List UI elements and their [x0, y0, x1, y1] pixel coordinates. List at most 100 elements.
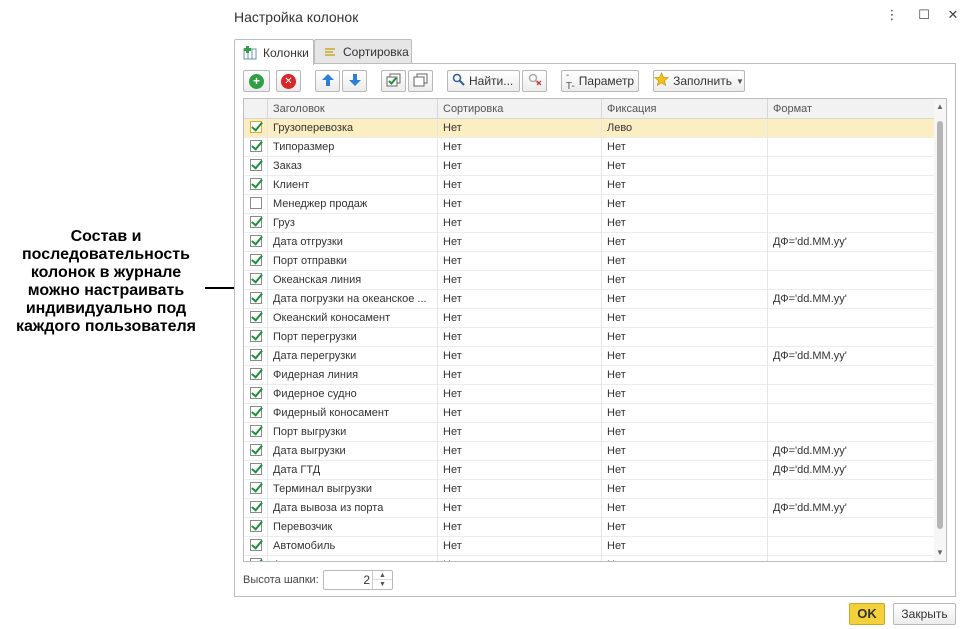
cell-sorting[interactable]: Нет	[438, 290, 602, 309]
cell-fixation[interactable]: Нет	[602, 195, 768, 214]
table-row[interactable]: Грузоперевозка Нет Лево	[244, 119, 934, 138]
cell-fixation[interactable]: Нет	[602, 271, 768, 290]
cell-title[interactable]: Порт отправки	[268, 252, 438, 271]
cell-title[interactable]: Дата отгрузки	[268, 233, 438, 252]
cell-fixation[interactable]: Нет	[602, 176, 768, 195]
visibility-checkbox[interactable]	[250, 121, 262, 133]
cell-fixation[interactable]: Нет	[602, 518, 768, 537]
visibility-checkbox[interactable]	[250, 349, 262, 361]
cell-fixation[interactable]: Нет	[602, 233, 768, 252]
cell-format[interactable]	[768, 214, 934, 233]
cell-format[interactable]	[768, 366, 934, 385]
cancel-search-button[interactable]	[522, 70, 547, 92]
table-row[interactable]: Терминал выгрузки Нет Нет	[244, 480, 934, 499]
stepper-up-icon[interactable]: ▲	[373, 571, 392, 580]
cell-format[interactable]	[768, 195, 934, 214]
cell-sorting[interactable]: Нет	[438, 328, 602, 347]
cell-format[interactable]: ДФ='dd.MM.yy'	[768, 499, 934, 518]
cell-sorting[interactable]: Нет	[438, 404, 602, 423]
cell-sorting[interactable]: Нет	[438, 176, 602, 195]
cell-format[interactable]	[768, 252, 934, 271]
cell-format[interactable]	[768, 518, 934, 537]
cell-title[interactable]: Терминал выгрузки	[268, 480, 438, 499]
header-sorting[interactable]: Сортировка	[438, 99, 602, 119]
cell-format[interactable]	[768, 309, 934, 328]
cell-title[interactable]: Перевозчик	[268, 518, 438, 537]
move-down-button[interactable]	[342, 70, 367, 92]
cell-title[interactable]: Фидерный коносамент	[268, 404, 438, 423]
cell-sorting[interactable]: Нет	[438, 195, 602, 214]
cell-sorting[interactable]: Нет	[438, 385, 602, 404]
stepper-down-icon[interactable]: ▼	[373, 580, 392, 589]
table-row[interactable]: Порт отправки Нет Нет	[244, 252, 934, 271]
cell-sorting[interactable]: Нет	[438, 423, 602, 442]
cell-sorting[interactable]: Нет	[438, 157, 602, 176]
cell-title[interactable]: Фидерное судно	[268, 385, 438, 404]
cell-sorting[interactable]: Нет	[438, 461, 602, 480]
cell-sorting[interactable]: Нет	[438, 537, 602, 556]
delete-button[interactable]: ✕	[276, 70, 301, 92]
cell-sorting[interactable]: Нет	[438, 252, 602, 271]
table-row[interactable]: Океанский коносамент Нет Нет	[244, 309, 934, 328]
move-up-button[interactable]	[315, 70, 340, 92]
cell-fixation[interactable]: Нет	[602, 499, 768, 518]
cell-sorting[interactable]: Нет	[438, 138, 602, 157]
cell-format[interactable]: ДФ='dd.MM.yy'	[768, 290, 934, 309]
visibility-checkbox[interactable]	[250, 368, 262, 380]
visibility-checkbox[interactable]	[250, 501, 262, 513]
vertical-scrollbar[interactable]: ▲ ▼	[934, 99, 946, 561]
cell-title[interactable]: Океанский коносамент	[268, 309, 438, 328]
table-row[interactable]: Фидерная линия Нет Нет	[244, 366, 934, 385]
table-row[interactable]: Автомобиль Нет Нет	[244, 537, 934, 556]
cell-format[interactable]	[768, 404, 934, 423]
tab-columns[interactable]: Колонки	[234, 39, 314, 65]
table-row[interactable]: Дата перегрузки Нет Нет ДФ='dd.MM.yy'	[244, 347, 934, 366]
close-icon[interactable]: ✕	[944, 6, 962, 24]
scroll-up-icon[interactable]: ▲	[934, 101, 946, 113]
tab-sorting[interactable]: Сортировка	[314, 39, 412, 64]
cell-fixation[interactable]: Нет	[602, 537, 768, 556]
cell-fixation[interactable]: Нет	[602, 366, 768, 385]
cell-title[interactable]: Грузоперевозка	[268, 119, 438, 138]
cell-title[interactable]: Фидерная линия	[268, 366, 438, 385]
visibility-checkbox[interactable]	[250, 425, 262, 437]
table-row[interactable]: Груз Нет Нет	[244, 214, 934, 233]
cell-format[interactable]: ДФ='dd.MM.yy'	[768, 233, 934, 252]
cell-title[interactable]: А...	[268, 556, 438, 561]
cell-sorting[interactable]: Нет	[438, 233, 602, 252]
cell-fixation[interactable]: Нет	[602, 480, 768, 499]
cell-format[interactable]: ДФ='dd.MM.yy'	[768, 442, 934, 461]
add-button[interactable]: +	[243, 70, 270, 92]
cell-title[interactable]: Дата вывоза из порта	[268, 499, 438, 518]
cell-format[interactable]	[768, 271, 934, 290]
visibility-checkbox[interactable]	[250, 387, 262, 399]
cell-format[interactable]: ДФ='dd.MM.yy'	[768, 461, 934, 480]
visibility-checkbox[interactable]	[250, 463, 262, 475]
table-row[interactable]: Дата вывоза из порта Нет Нет ДФ='dd.MM.yy'	[244, 499, 934, 518]
cell-format[interactable]	[768, 556, 934, 561]
cell-fixation[interactable]: Нет	[602, 461, 768, 480]
header-fixation[interactable]: Фиксация	[602, 99, 768, 119]
cell-fixation[interactable]: Нет	[602, 290, 768, 309]
cell-format[interactable]	[768, 423, 934, 442]
cell-title[interactable]: Дата выгрузки	[268, 442, 438, 461]
visibility-checkbox[interactable]	[250, 558, 262, 561]
cell-sorting[interactable]: Нет	[438, 214, 602, 233]
visibility-checkbox[interactable]	[250, 292, 262, 304]
table-row[interactable]: Менеджер продаж Нет Нет	[244, 195, 934, 214]
header-height-value[interactable]: 2	[363, 573, 370, 587]
find-button[interactable]: Найти...	[447, 70, 520, 92]
more-menu-icon[interactable]: ⋮	[883, 6, 901, 24]
cell-format[interactable]	[768, 119, 934, 138]
visibility-checkbox[interactable]	[250, 482, 262, 494]
cell-format[interactable]	[768, 480, 934, 499]
cell-title[interactable]: Океанская линия	[268, 271, 438, 290]
check-all-button[interactable]	[381, 70, 406, 92]
parameter-button[interactable]: -T- Параметр	[561, 70, 639, 92]
cell-format[interactable]	[768, 157, 934, 176]
visibility-checkbox[interactable]	[250, 235, 262, 247]
visibility-checkbox[interactable]	[250, 178, 262, 190]
cell-fixation[interactable]: Нет	[602, 423, 768, 442]
cell-fixation[interactable]: Н...	[602, 556, 768, 561]
cell-sorting[interactable]: Нет	[438, 366, 602, 385]
